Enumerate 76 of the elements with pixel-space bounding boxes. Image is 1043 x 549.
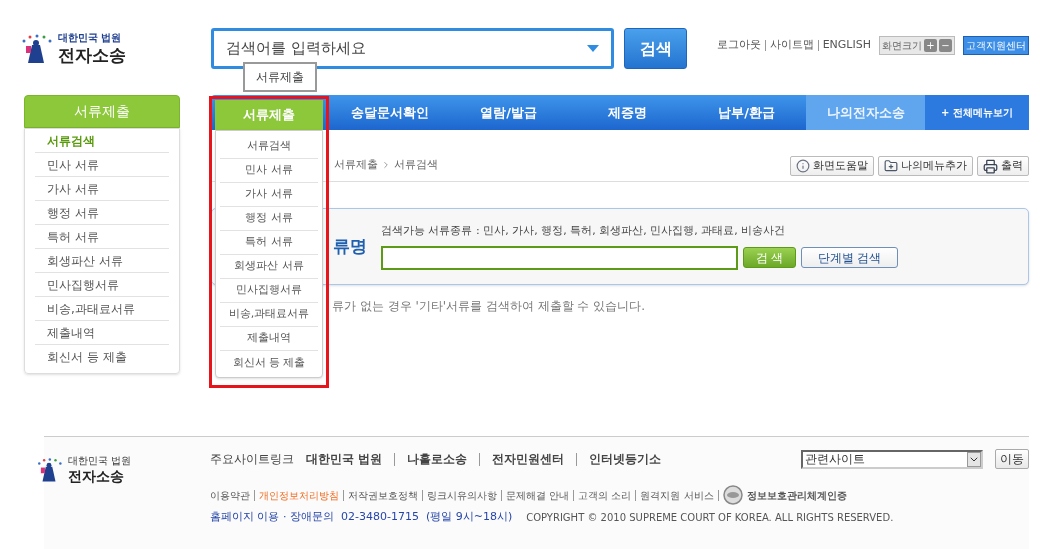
- go-button[interactable]: 이동: [995, 449, 1029, 469]
- top-link[interactable]: ENGLISH: [822, 37, 871, 54]
- search-button[interactable]: 검색: [624, 28, 687, 69]
- contact-info: 홈페이지 이용 · 장애문의 02-3480-1715 (평일 9시~18시): [210, 509, 513, 525]
- logo-subtitle: 대한민국 법원: [58, 32, 123, 45]
- tool-button[interactable]: 출력: [977, 156, 1029, 176]
- sidebar-item[interactable]: 회생파산 서류: [35, 249, 169, 273]
- document-search-field[interactable]: [381, 245, 738, 270]
- top-link[interactable]: 로그아웃: [716, 37, 761, 54]
- zoom-in-button[interactable]: +: [924, 39, 937, 52]
- policy-link[interactable]: 문제해결 안내: [506, 487, 570, 503]
- search-field[interactable]: 검색어를 입력하세요: [211, 28, 614, 69]
- all-menu-link[interactable]: + 전체메뉴보기: [925, 95, 1029, 130]
- dropdown-item[interactable]: 행정 서류: [220, 207, 318, 231]
- policy-link[interactable]: 링크시유의사항: [427, 487, 497, 503]
- nav-tab[interactable]: 열람/발급: [449, 95, 568, 130]
- dropdown-item[interactable]: 특허 서류: [220, 231, 318, 255]
- sidebar-item[interactable]: 행정 서류: [35, 201, 169, 225]
- major-sites-label: 주요사이트링크: [210, 451, 294, 468]
- tool-label: 화면도움말: [813, 157, 868, 174]
- sidebar-item[interactable]: 제출내역: [35, 321, 169, 345]
- policy-link[interactable]: 저작권보호정책: [348, 487, 418, 503]
- panel-title: 류명: [333, 234, 368, 258]
- nav-tab[interactable]: 제증명: [568, 95, 687, 130]
- font-size-label: 화면크기: [882, 39, 922, 53]
- sidebar-item[interactable]: 회신서 등 제출: [35, 345, 169, 369]
- tool-button[interactable]: 화면도움말: [790, 156, 874, 176]
- tooltip: 서류제출: [243, 62, 317, 92]
- chevron-right-icon: [381, 159, 391, 170]
- site-link[interactable]: 인터넷등기소: [589, 450, 662, 468]
- sidebar-item[interactable]: 민사 서류: [35, 153, 169, 177]
- breadcrumb-item[interactable]: 서류제출: [334, 156, 378, 173]
- sidebar-item[interactable]: 가사 서류: [35, 177, 169, 201]
- certification-label: 정보보호관리체계인증: [746, 488, 847, 503]
- tool-label: 출력: [1001, 157, 1023, 174]
- related-sites-select[interactable]: 관련사이트: [801, 449, 983, 469]
- caret-icon: [587, 45, 599, 52]
- search-input[interactable]: 검색어를 입력하세요: [226, 37, 587, 60]
- folder-plus-icon: [884, 159, 898, 173]
- nav-tab[interactable]: 납부/환급: [687, 95, 806, 130]
- site-link[interactable]: 나홀로소송: [407, 450, 468, 468]
- notice-text: 류가 없는 경우 '기타'서류를 검색하여 제출할 수 있습니다.: [332, 298, 646, 315]
- breadcrumb-item[interactable]: 서류검색: [394, 156, 438, 173]
- document-types-hint: 검색가능 서류종류 : 민사, 가사, 행정, 특허, 회생파산, 민사집행, 과태료, 비송사건: [381, 223, 787, 240]
- site-link[interactable]: 전자민원센터: [492, 450, 565, 468]
- dropdown-item[interactable]: 비송,과태료서류: [220, 303, 318, 327]
- dropdown-item[interactable]: 서류검색: [220, 135, 318, 159]
- logo-title: 전자소송: [58, 44, 126, 66]
- logo-subtitle: 대한민국 법원: [68, 455, 132, 468]
- tool-button[interactable]: 나의메뉴추가: [878, 156, 973, 176]
- dropdown-item[interactable]: 회생파산 서류: [220, 255, 318, 279]
- certification-seal-icon: [722, 485, 743, 505]
- zoom-out-button[interactable]: −: [939, 39, 952, 52]
- site-link[interactable]: 대한민국 법원: [306, 450, 383, 468]
- tool-label: 나의메뉴추가: [901, 157, 967, 174]
- printer-icon: [983, 158, 998, 174]
- dropdown-item[interactable]: 민사집행서류: [220, 279, 318, 303]
- nav-tab[interactable]: 송달문서확인: [330, 95, 449, 130]
- dropdown-item[interactable]: 민사 서류: [220, 159, 318, 183]
- dropdown-item[interactable]: 회신서 등 제출: [220, 351, 318, 375]
- sidebar-item[interactable]: 민사집행서류: [35, 273, 169, 297]
- copyright-text: COPYRIGHT © 2010 SUPREME COURT OF KOREA. ALL RIGHTS RESERVED.: [526, 510, 894, 525]
- sidebar-item[interactable]: 특허 서류: [35, 225, 169, 249]
- dropdown-item[interactable]: 가사 서류: [220, 183, 318, 207]
- step-search-button[interactable]: 단계별 검색: [801, 247, 898, 269]
- sidebar-item[interactable]: 비송,과태료서류: [35, 297, 169, 321]
- policy-link[interactable]: 원격지원 서비스: [640, 487, 714, 503]
- logo-title: 전자소송: [68, 467, 125, 485]
- dropdown-item[interactable]: 제출내역: [220, 327, 318, 351]
- info-icon: [796, 159, 810, 173]
- sidebar-header: 서류제출: [24, 95, 180, 128]
- select-value: 관련사이트: [805, 451, 866, 468]
- policy-link[interactable]: 이용약관: [210, 487, 250, 503]
- policy-link[interactable]: 고객의 소리: [578, 487, 632, 503]
- chevron-down-icon: [967, 451, 981, 467]
- top-link[interactable]: 사이트맵: [769, 37, 814, 54]
